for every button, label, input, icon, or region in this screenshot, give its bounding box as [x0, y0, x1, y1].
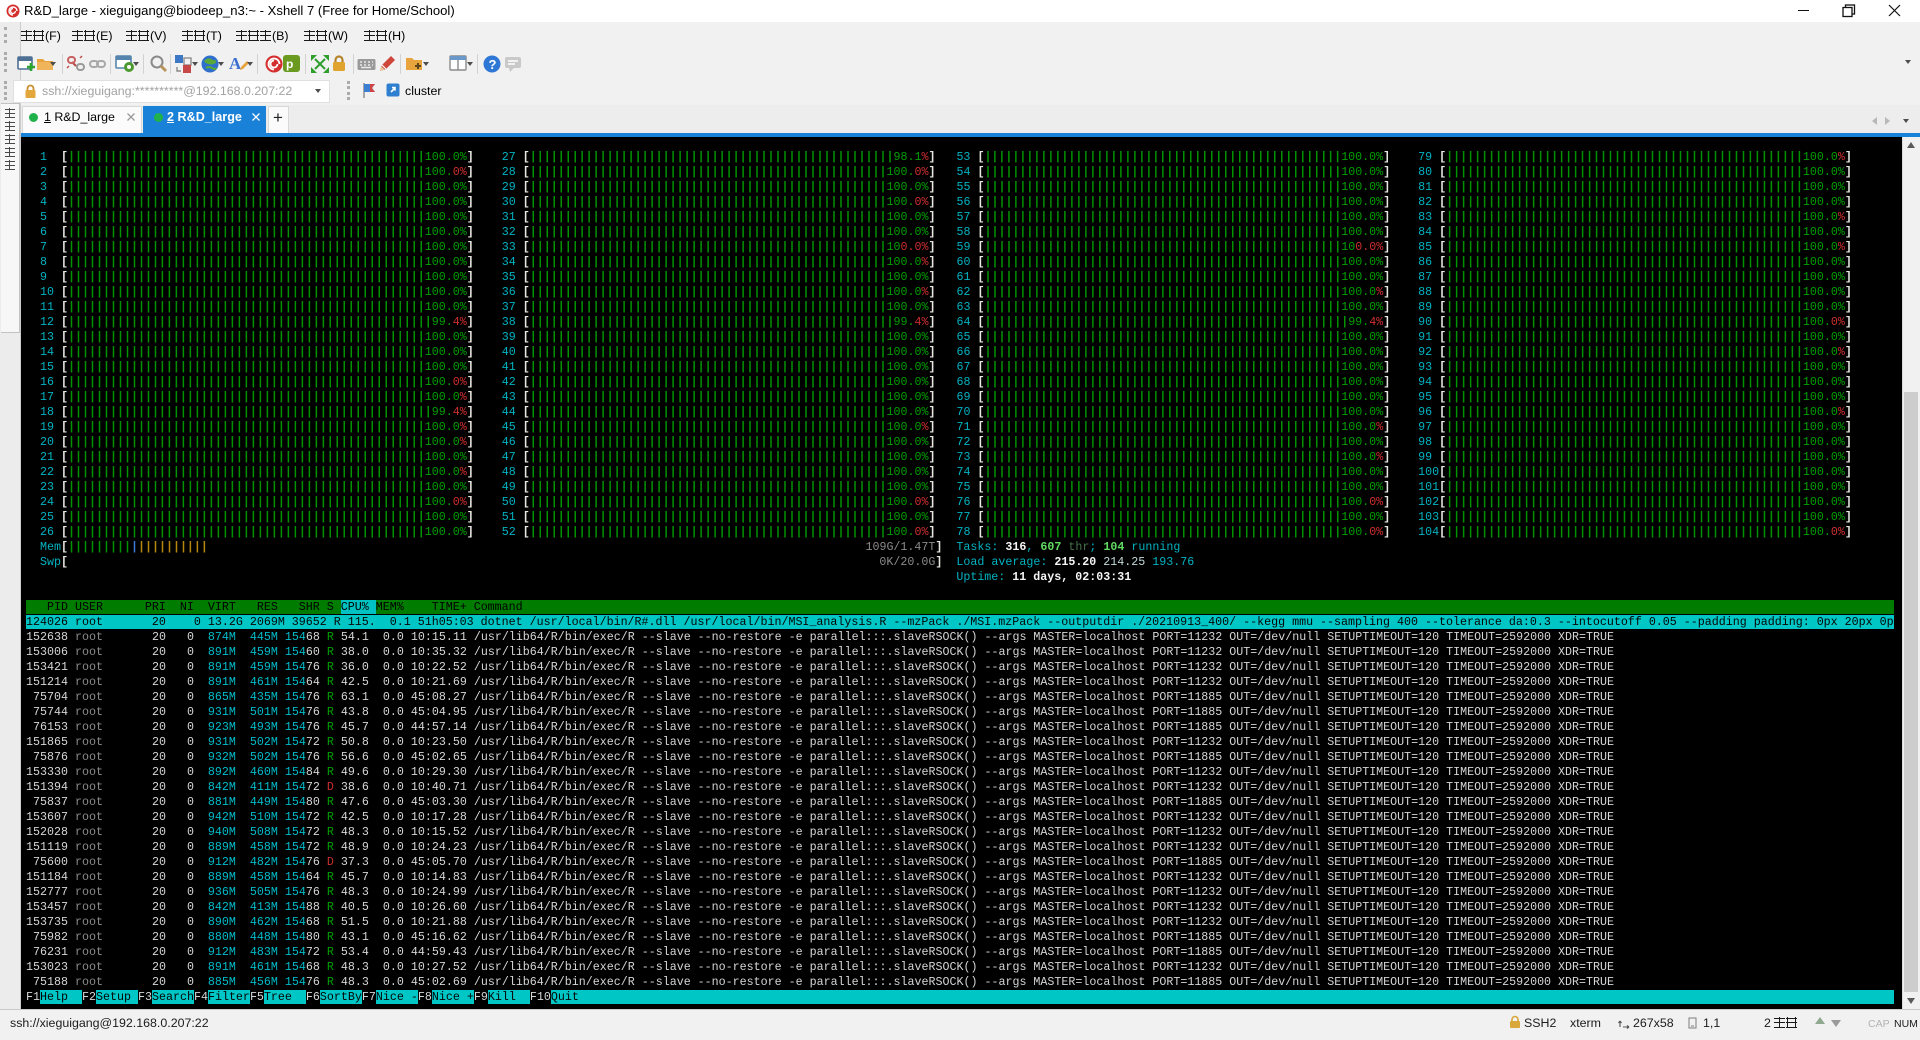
- svg-text:A: A: [229, 54, 242, 73]
- svg-text:?: ?: [489, 57, 497, 72]
- svg-text:p: p: [286, 57, 293, 71]
